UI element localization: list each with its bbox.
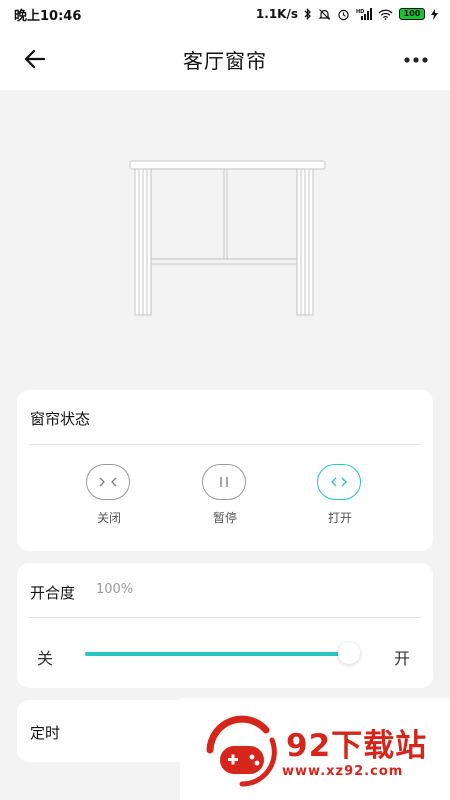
pause-curtain-button[interactable]: 暂停: [202, 464, 248, 526]
arrow-left-icon: [24, 49, 46, 69]
bluetooth-icon: [304, 8, 312, 20]
battery-indicator: 100: [399, 8, 425, 20]
curtain-status-title: 窗帘状态: [30, 410, 91, 428]
open-curtain-label: 打开: [327, 511, 352, 525]
pause-curtain-label: 暂停: [212, 511, 237, 525]
curtain-illustration: [0, 90, 450, 380]
slider-max-label: 开: [394, 649, 411, 668]
svg-text:HD: HD: [356, 9, 364, 15]
wifi-icon: [378, 9, 393, 20]
opening-degree-card: 开合度 100% 关 开: [17, 563, 433, 688]
watermark-overlay: 92下载站 www.xz92.com: [180, 698, 450, 800]
opening-percent: 100%: [96, 582, 134, 597]
slider-min-label: 关: [37, 649, 54, 668]
close-curtain-icon: [86, 464, 130, 500]
divider: [29, 617, 421, 618]
status-time: 晚上10:46: [14, 8, 82, 24]
watermark-url: www.xz92.com: [282, 764, 404, 779]
opening-degree-title: 开合度: [30, 584, 76, 602]
open-curtain-button[interactable]: 打开: [317, 464, 363, 526]
mute-bell-icon: [318, 8, 331, 21]
network-speed: 1.1K/s: [255, 7, 298, 21]
status-bar: 晚上10:46 1.1K/s HD 100: [0, 0, 450, 28]
open-curtain-icon: [317, 464, 361, 500]
signal-icon: HD: [356, 8, 372, 20]
more-button[interactable]: [402, 52, 430, 66]
curtain-status-card: 窗帘状态 关闭 暂停 打开: [17, 390, 433, 551]
slider-thumb[interactable]: [338, 642, 360, 664]
pause-icon: [202, 464, 246, 500]
status-icons: 1.1K/s HD 100: [256, 7, 438, 21]
alarm-icon: [337, 8, 350, 21]
page-title: 客厅窗帘: [183, 48, 267, 73]
close-curtain-button[interactable]: 关闭: [86, 464, 132, 526]
slider-fill: [85, 652, 349, 656]
timer-title: 定时: [30, 724, 61, 742]
opening-slider[interactable]: [85, 642, 360, 664]
window-curtain-icon: [129, 160, 326, 316]
close-curtain-label: 关闭: [96, 511, 121, 525]
watermark-brand: 92下载站: [286, 728, 428, 764]
more-dots-icon: [404, 57, 428, 63]
divider: [29, 444, 421, 445]
app-header: 客厅窗帘: [0, 28, 450, 90]
back-button[interactable]: [22, 46, 48, 72]
watermark-logo-icon: [206, 715, 277, 787]
charging-icon: [431, 8, 438, 20]
